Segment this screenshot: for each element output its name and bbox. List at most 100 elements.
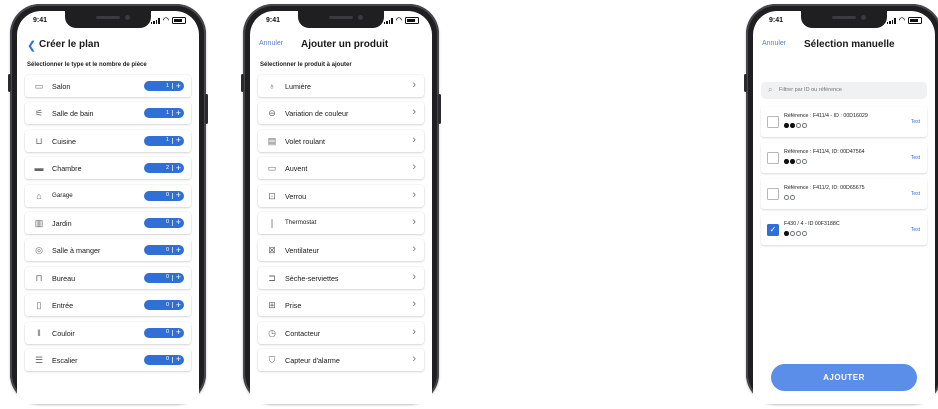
room-label: Entrée [52, 301, 74, 311]
room-count: 1 [165, 109, 169, 116]
signal-dot [784, 159, 789, 164]
plus-icon[interactable]: + [176, 108, 181, 118]
room-label: Jardin [52, 218, 72, 228]
stepper-divider [171, 219, 172, 226]
page-title: Sélection manuelle [804, 39, 895, 50]
chevron-right-icon: › [412, 270, 416, 283]
cancel-button[interactable]: Annuler [259, 40, 283, 47]
plus-icon[interactable]: + [176, 300, 181, 310]
device-row[interactable]: Référence : F411/4 - ID : 00D16029 Test [761, 107, 927, 137]
fence-icon: ▥ [34, 217, 44, 228]
nav-bar: Annuler Ajouter un produit [250, 35, 432, 55]
device-checkbox[interactable] [767, 152, 779, 164]
lock-icon: ⊡ [268, 190, 276, 201]
room-count-stepper[interactable]: 0 + [144, 354, 184, 365]
product-row[interactable]: ⊐ Sèche-serviettes › [258, 266, 424, 289]
stepper-divider [171, 110, 172, 117]
stepper-divider [171, 165, 172, 172]
room-count-stepper[interactable]: 1 + [144, 81, 184, 91]
cancel-button[interactable]: Annuler [762, 40, 786, 47]
add-button[interactable]: AJOUTER [771, 364, 917, 391]
device-checkbox[interactable] [767, 188, 779, 200]
stepper-divider [171, 329, 172, 336]
page-subtitle: Sélectionner le type et le nombre de piè… [27, 62, 147, 68]
product-row[interactable]: ▭ Auvent › [258, 157, 424, 180]
plus-icon[interactable]: + [176, 354, 181, 364]
room-count-stepper[interactable]: 0 + [144, 272, 184, 283]
shield-icon: ⛉ [268, 354, 276, 365]
door-icon: ▯ [36, 300, 42, 311]
product-row[interactable]: ❘ Thermostat › [258, 211, 424, 234]
product-label: Lumière [285, 82, 311, 91]
plus-icon[interactable]: + [176, 272, 181, 282]
room-row: ▯ Entrée 0 + [25, 294, 191, 317]
product-row[interactable]: ⊞ Prise › [258, 294, 424, 317]
room-count-stepper[interactable]: 0 + [144, 217, 184, 228]
test-link[interactable]: Test [911, 155, 920, 161]
room-row: ☰ Escalier 0 + [25, 348, 191, 371]
plus-icon[interactable]: + [176, 163, 181, 173]
room-count-stepper[interactable]: 0 + [144, 245, 184, 256]
stepper-divider [171, 274, 172, 281]
chevron-left-icon[interactable]: ❮ [27, 39, 36, 52]
product-label: Contacteur [285, 328, 321, 338]
plus-icon[interactable]: + [176, 327, 181, 337]
notch [298, 11, 384, 28]
device-checkbox[interactable]: ✓ [767, 224, 779, 236]
room-label: Escalier [52, 355, 78, 365]
stairs-icon: ☰ [34, 354, 44, 365]
plus-icon[interactable]: + [176, 217, 181, 227]
pot-icon: ⊔ [35, 135, 43, 146]
device-row[interactable]: Référence : F411/2, ID: 00D65675 Test [761, 179, 927, 209]
signal-dot [802, 123, 807, 128]
search-bar[interactable]: ⌕ [761, 82, 927, 99]
room-row: ▬ Chambre 2 + [25, 157, 191, 180]
product-row[interactable]: ⊡ Verrou › [258, 184, 424, 207]
plus-icon[interactable]: + [176, 190, 181, 200]
room-count-stepper[interactable]: 0 + [144, 327, 184, 338]
product-row[interactable]: ⛉ Capteur d'alarme › [258, 348, 424, 371]
room-count-stepper[interactable]: 0 + [144, 300, 184, 311]
room-count-stepper[interactable]: 1 + [144, 135, 184, 146]
device-row[interactable]: Référence : F411/4, ID: 00D47564 Test [761, 143, 927, 173]
product-row[interactable]: ⊠ Ventilateur › [258, 239, 424, 262]
battery-icon [405, 17, 419, 24]
device-row[interactable]: ✓ F430 / 4 - ID 00F3188C Test [761, 215, 927, 245]
plus-icon[interactable]: + [176, 135, 181, 145]
signal-dot [790, 231, 795, 236]
bulb-icon: ♁ [268, 81, 276, 91]
test-link[interactable]: Test [911, 119, 920, 125]
signal-dot [796, 231, 801, 236]
outlet-icon: ⊞ [268, 300, 276, 311]
product-label: Variation de couleur [285, 109, 349, 119]
product-row[interactable]: ⊖ Variation de couleur › [258, 102, 424, 125]
sofa-icon: ▭ [34, 81, 44, 91]
plus-icon[interactable]: + [176, 245, 181, 255]
chevron-right-icon: › [412, 298, 416, 311]
room-label: Salle de bain [52, 109, 94, 119]
room-count: 0 [165, 301, 169, 308]
room-count-stepper[interactable]: 2 + [144, 163, 184, 174]
room-count-stepper[interactable]: 0 + [144, 190, 184, 201]
test-link[interactable]: Test [911, 191, 920, 197]
chevron-right-icon: › [412, 106, 416, 119]
wifi-icon: ◠ [898, 16, 905, 24]
device-reference: Référence : F411/2, ID: 00D65675 [784, 185, 865, 191]
side-button [205, 94, 208, 124]
room-row: ⊓ Bureau 0 + [25, 266, 191, 289]
room-label: Salon [52, 82, 71, 91]
device-checkbox[interactable] [767, 116, 779, 128]
product-label: Thermostat [285, 219, 317, 227]
test-link[interactable]: Test [911, 227, 920, 233]
chevron-right-icon: › [412, 188, 416, 201]
product-row[interactable]: ◷ Contacteur › [258, 321, 424, 344]
product-row[interactable]: ▤ Volet roulant › [258, 129, 424, 152]
search-input[interactable] [779, 84, 909, 96]
corridor-icon: ‖ [37, 327, 41, 338]
dining-icon: ◎ [35, 245, 43, 256]
room-count-stepper[interactable]: 1 + [144, 108, 184, 119]
product-row[interactable]: ♁ Lumière › [258, 75, 424, 97]
signal-dot [796, 123, 801, 128]
room-label: Garage [52, 192, 73, 200]
plus-icon[interactable]: + [176, 81, 181, 91]
